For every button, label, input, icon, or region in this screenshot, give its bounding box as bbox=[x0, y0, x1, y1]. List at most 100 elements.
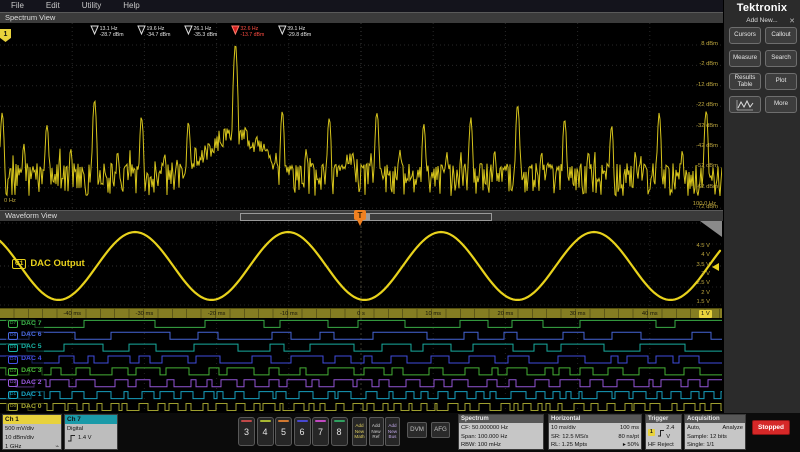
analog-waveform-plot[interactable] bbox=[0, 221, 722, 308]
digital-channel-label-d6[interactable]: D6DAC 6 bbox=[6, 332, 44, 340]
rising-edge-icon bbox=[657, 429, 665, 437]
digital-bus-name: DAC 7 bbox=[21, 321, 41, 328]
digital-channel-label-d1[interactable]: D1DAC 1 bbox=[6, 391, 44, 399]
spectrum-badge[interactable]: Spectrum CF: 50.000000 Hz Span: 100.000 … bbox=[458, 414, 544, 450]
digital-bit-badge: D3 bbox=[8, 368, 18, 376]
menu-utility[interactable]: Utility bbox=[71, 0, 113, 12]
add-new-cursors-button[interactable]: Cursors bbox=[729, 27, 761, 44]
h-recordlength: RL: 1.25 Mpts bbox=[551, 441, 587, 450]
channel-6-button[interactable]: 6 bbox=[294, 417, 311, 446]
spectrum-plot[interactable]: 1 0 Hz 100.0 Hz 8 dBm-2 dBm-12 dBm-22 dB… bbox=[0, 23, 722, 210]
digital-bus-name: DAC 3 bbox=[21, 368, 41, 375]
channel-8-button[interactable]: 8 bbox=[331, 417, 348, 446]
peak-marker-icon[interactable] bbox=[279, 26, 286, 34]
marker-label-1: 13.1 Hz-28.7 dBm bbox=[100, 26, 124, 38]
channel-number: 6 bbox=[295, 427, 310, 437]
bottom-badge-bar: Ch 1 500 mV/div 10 dBm/div 1 GHz⌁ Ch 7 D… bbox=[0, 413, 800, 452]
menu-help[interactable]: Help bbox=[112, 0, 150, 12]
acq-single: Single: 1/1 bbox=[687, 441, 743, 450]
tektronix-logo: Tektronix bbox=[724, 0, 800, 14]
digital-channel-label-d2[interactable]: D2DAC 2 bbox=[6, 379, 44, 387]
channel-number: 4 bbox=[258, 427, 273, 437]
dbm-tick-label: -22 dBm bbox=[696, 103, 718, 109]
time-tick-label: 0 s bbox=[347, 311, 375, 317]
marker-label-5: 39.1 Hz-29.8 dBm bbox=[287, 26, 311, 38]
svg-text:T: T bbox=[358, 211, 363, 220]
menu-edit[interactable]: Edit bbox=[35, 0, 71, 12]
digital-channels-plot[interactable]: D7DAC 7 D6DAC 6 D5DAC 5 D4DAC 4 D3DAC 3 D2DAC… bbox=[0, 318, 722, 413]
collapse-handle-icon[interactable] bbox=[700, 221, 722, 237]
time-tick-label: 20 ms bbox=[491, 311, 519, 317]
marker-label-4: 32.6 Hz-13.7 dBm bbox=[240, 26, 264, 38]
add-new-search-button[interactable]: Search bbox=[765, 50, 797, 67]
dvm-button[interactable]: DVM bbox=[407, 422, 427, 438]
spectrum-canvas bbox=[0, 23, 722, 210]
digital-channel-label-d4[interactable]: D4DAC 4 bbox=[6, 356, 44, 364]
trigger-position-indicator[interactable]: T bbox=[353, 209, 367, 228]
add-new-math-button[interactable]: Add New Math bbox=[352, 417, 367, 446]
channel-reference-arrow[interactable] bbox=[712, 263, 719, 271]
center-frequency: CF: 50.000000 Hz bbox=[461, 424, 541, 433]
h-scale: 10 ms/div bbox=[551, 424, 576, 433]
channel-5-button[interactable]: 5 bbox=[275, 417, 292, 446]
digital-channel-label-d0[interactable]: D0DAC 0 bbox=[6, 403, 44, 411]
digital-bit-badge: D1 bbox=[8, 391, 18, 399]
rbw: RBW: 100 mHz bbox=[461, 441, 541, 450]
close-icon[interactable]: ✕ bbox=[789, 17, 795, 26]
horizontal-badge[interactable]: Horizontal 10 ms/div100 ms SR: 12.5 MS/s… bbox=[548, 414, 642, 450]
channel-4-button[interactable]: 4 bbox=[257, 417, 274, 446]
digital-bus-name: DAC 2 bbox=[21, 380, 41, 387]
add-new-measure-button[interactable]: Measure bbox=[729, 50, 761, 67]
dbm-tick-label: -2 dBm bbox=[699, 62, 718, 68]
add-new-header: Add New... ✕ bbox=[724, 17, 800, 26]
add-new-results-table-button[interactable]: Results Table bbox=[729, 73, 761, 90]
trigger-badge[interactable]: Trigger 1 2.4 V HF Reject bbox=[645, 414, 682, 450]
dbm-tick-label: -12 dBm bbox=[696, 83, 718, 89]
digital-bus-name: DAC 1 bbox=[21, 392, 41, 399]
peak-marker-icon[interactable] bbox=[185, 26, 192, 34]
spectrum-view-title: Spectrum View bbox=[5, 13, 55, 22]
h-samplerate: SR: 12.5 MS/s bbox=[551, 433, 588, 442]
span: Span: 100.000 Hz bbox=[461, 433, 541, 442]
spectrum-view-titlebar[interactable]: Spectrum View bbox=[0, 12, 723, 23]
afg-button[interactable]: AFG bbox=[431, 422, 450, 438]
run-stop-status-button[interactable]: Stopped bbox=[752, 420, 790, 435]
trigger-pin-icon: T bbox=[353, 209, 367, 228]
waveform-view-title: Waveform View bbox=[5, 211, 57, 220]
marker-label-3: 26.1 Hz-35.3 dBm bbox=[193, 26, 217, 38]
channel-number: 5 bbox=[276, 427, 291, 437]
add-new-more-button[interactable]: More bbox=[765, 96, 797, 113]
waveform-canvas bbox=[0, 221, 722, 308]
channel-3-button[interactable]: 3 bbox=[238, 417, 255, 446]
channel-color-strip bbox=[241, 420, 252, 422]
add-new-callout-button[interactable]: Callout bbox=[765, 27, 797, 44]
probe-icon: ⌁ bbox=[55, 443, 59, 452]
digital-trace-d1 bbox=[0, 392, 722, 399]
add-new-title: Add New... bbox=[746, 17, 777, 24]
peak-marker-icon[interactable] bbox=[91, 26, 98, 34]
add-new-bus-button[interactable]: Add New Bus bbox=[385, 417, 400, 446]
digital-bus-name: DAC 0 bbox=[21, 404, 41, 411]
digital-channel-label-d3[interactable]: D3DAC 3 bbox=[6, 368, 44, 376]
add-new-ref-button[interactable]: Add New Ref bbox=[369, 417, 384, 446]
add-new-plot-button[interactable]: Plot bbox=[765, 73, 797, 90]
menu-file[interactable]: File bbox=[0, 0, 35, 12]
peak-marker-icon[interactable] bbox=[138, 26, 145, 34]
scope-plot-icon bbox=[736, 99, 754, 111]
channel-number: 3 bbox=[239, 427, 254, 437]
acquisition-badge[interactable]: Acquisition Auto,Analyze Sample: 12 bits… bbox=[684, 414, 746, 450]
acq-analyze: Analyze bbox=[722, 424, 743, 433]
channel-7-badge[interactable]: Ch 7 Digital 1.4 V bbox=[64, 414, 118, 450]
scope-plot-button[interactable] bbox=[729, 96, 761, 113]
digital-channel-label-d5[interactable]: D5DAC 5 bbox=[6, 344, 44, 352]
channel-1-badge[interactable]: Ch 1 500 mV/div 10 dBm/div 1 GHz⌁ bbox=[2, 414, 62, 450]
h-position: ▸ 50% bbox=[623, 441, 639, 450]
digital-channel-label-d7[interactable]: D7DAC 7 bbox=[6, 320, 44, 328]
digital-canvas bbox=[0, 318, 722, 413]
channel-7-button[interactable]: 7 bbox=[312, 417, 329, 446]
trigger-coupling: HF Reject bbox=[648, 441, 679, 450]
dbm-tick-label: -62 dBm bbox=[696, 185, 718, 191]
channel-annotation[interactable]: C1 DAC Output bbox=[12, 258, 85, 269]
channel-1-name: Ch 1 bbox=[3, 415, 61, 424]
reference-marker-icon[interactable] bbox=[232, 26, 239, 34]
